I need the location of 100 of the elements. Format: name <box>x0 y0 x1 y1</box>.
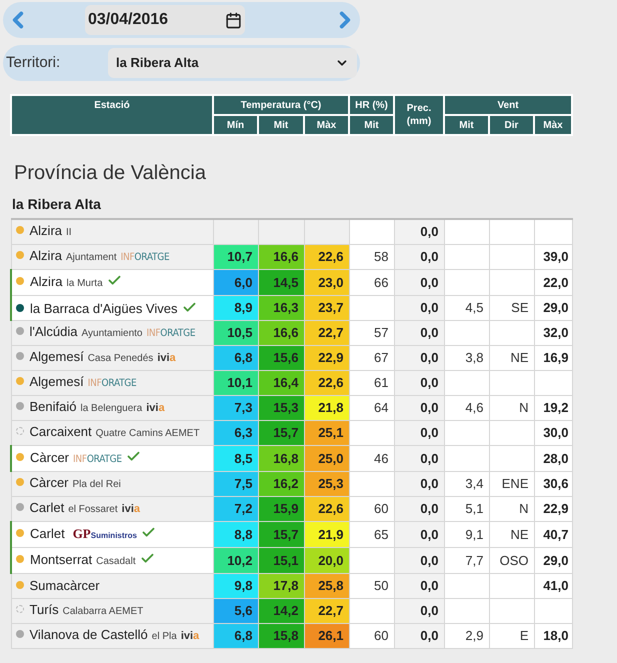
station-name: Algemesí <box>30 374 84 389</box>
humidity-cell: 60 <box>349 624 394 648</box>
wind-gust-cell: 41,0 <box>534 574 572 598</box>
precipitation-cell: 0,0 <box>394 244 444 270</box>
temperature-cell: 16,2 <box>258 472 304 496</box>
temperature-cell: 10,5 <box>213 320 258 346</box>
temperature-cell: 17,8 <box>258 574 304 598</box>
station-name: Alzira <box>30 274 63 289</box>
ivia-logo: ivia <box>157 352 176 364</box>
temperature-cell: 14,2 <box>258 598 304 624</box>
temperature-cell: 25,1 <box>304 420 349 446</box>
wind-gust-cell: 30,6 <box>534 472 572 496</box>
humidity-cell: 67 <box>349 346 394 370</box>
station-name: Vilanova de Castelló <box>30 627 148 642</box>
station-place: Pla del Rei <box>72 479 121 490</box>
humidity-cell: 64 <box>349 396 394 420</box>
wind-gust-cell: 29,0 <box>534 296 572 320</box>
station-name: Turís <box>30 602 59 617</box>
wind-speed-cell: 5,1 <box>444 496 489 522</box>
temperature-cell: 15,6 <box>258 346 304 370</box>
wind-direction-cell: ENE <box>489 472 534 496</box>
temperature-cell: 7,2 <box>213 496 258 522</box>
wind-speed-cell: 7,7 <box>444 548 489 574</box>
column-header: Mit <box>258 115 304 135</box>
temperature-cell: 25,0 <box>304 446 349 472</box>
precipitation-cell: 0,0 <box>394 219 444 244</box>
calendar-icon <box>225 12 242 28</box>
station-place: la Murta <box>66 278 103 289</box>
station-place: Ayuntamiento <box>82 328 142 339</box>
station-name: Carcaixent <box>30 424 92 439</box>
temperature-cell: 10,2 <box>213 548 258 574</box>
temperature-cell: 6,0 <box>213 270 258 296</box>
precipitation-cell: 0,0 <box>394 270 444 296</box>
station-name: Carlet <box>30 500 64 515</box>
wind-speed-cell: 4,6 <box>444 396 489 420</box>
temperature-cell: 21,9 <box>304 522 349 548</box>
inforatge-logo: INFORATGE <box>73 454 122 465</box>
temperature-cell: 22,9 <box>304 346 349 370</box>
humidity-cell: 57 <box>349 320 394 346</box>
wind-direction-cell: NE <box>489 346 534 370</box>
inforatge-logo: INFORATGE <box>88 378 136 389</box>
station-name: Alzira <box>30 248 62 263</box>
wind-direction-cell: E <box>489 624 534 648</box>
temperature-cell: 25,3 <box>304 472 349 496</box>
date-field[interactable]: 03/04/2016 <box>85 5 245 35</box>
temperature-cell: 6,3 <box>213 420 258 446</box>
temperature-cell: 10,1 <box>213 370 258 396</box>
wind-gust-cell: 16,9 <box>534 346 572 370</box>
station-name: Càrcer <box>30 450 70 465</box>
station-place: Casa Penedés <box>88 353 154 364</box>
precipitation-cell: 0,0 <box>394 296 444 320</box>
wind-gust-cell: 29,0 <box>534 548 572 574</box>
inforatge-logo: INFORATGE <box>120 252 170 263</box>
station-place: Calabarra AEMET <box>62 606 144 617</box>
column-header: Mit <box>444 115 489 135</box>
temperature-cell: 15,7 <box>258 522 304 548</box>
temperature-cell: 6,8 <box>213 624 258 648</box>
precipitation-cell: 0,0 <box>394 396 444 420</box>
wind-gust-cell: 22,9 <box>534 496 572 522</box>
temperature-cell: 8,9 <box>213 296 258 320</box>
temperature-cell: 16,6 <box>258 244 304 270</box>
temperature-cell: 26,1 <box>304 624 349 648</box>
precipitation-cell: 0,0 <box>394 320 444 346</box>
precipitation-cell: 0,0 <box>394 598 444 624</box>
precipitation-cell: 0,0 <box>394 420 444 446</box>
temperature-cell: 6,8 <box>213 346 258 370</box>
wind-gust-cell: 30,0 <box>534 420 572 446</box>
wind-direction-cell: N <box>489 396 534 420</box>
territory-label: Territori: <box>6 52 60 73</box>
wind-gust-cell: 40,7 <box>534 522 572 548</box>
temperature-cell: 8,5 <box>213 446 258 472</box>
temperature-cell: 23,0 <box>304 270 349 296</box>
temperature-cell: 15,7 <box>258 420 304 446</box>
precipitation-cell: 0,0 <box>394 548 444 574</box>
humidity-cell: 66 <box>349 270 394 296</box>
wind-speed-cell: 2,9 <box>444 624 489 648</box>
temperature-cell: 15,8 <box>258 624 304 648</box>
station-place: Casadalt <box>96 556 136 567</box>
wind-direction-cell: SE <box>489 296 534 320</box>
precipitation-cell: 0,0 <box>394 624 444 648</box>
precipitation-cell: 0,0 <box>394 574 444 598</box>
temperature-cell: 10,7 <box>213 244 258 270</box>
precipitation-cell: 0,0 <box>394 346 444 370</box>
ivia-logo: ivia <box>180 630 200 642</box>
column-header: Estació <box>11 95 213 135</box>
wind-speed-cell: 9,1 <box>444 522 489 548</box>
province-heading: Província de València <box>14 161 206 186</box>
station-name: Càrcer <box>30 475 69 490</box>
column-header: Màx <box>304 115 349 135</box>
ivia-logo: ivia <box>146 402 165 414</box>
temperature-cell: 15,9 <box>258 496 304 522</box>
temperature-cell: 16,6 <box>258 320 304 346</box>
territory-select[interactable]: la Ribera Alta <box>108 48 357 78</box>
temperature-cell: 16,4 <box>258 370 304 396</box>
temperature-cell: 15,1 <box>258 548 304 574</box>
station-name: Algemesí <box>30 349 84 364</box>
temperature-cell: 22,6 <box>304 244 349 270</box>
wind-direction-cell: NE <box>489 522 534 548</box>
station-place: II <box>66 227 72 238</box>
precipitation-cell: 0,0 <box>394 522 444 548</box>
